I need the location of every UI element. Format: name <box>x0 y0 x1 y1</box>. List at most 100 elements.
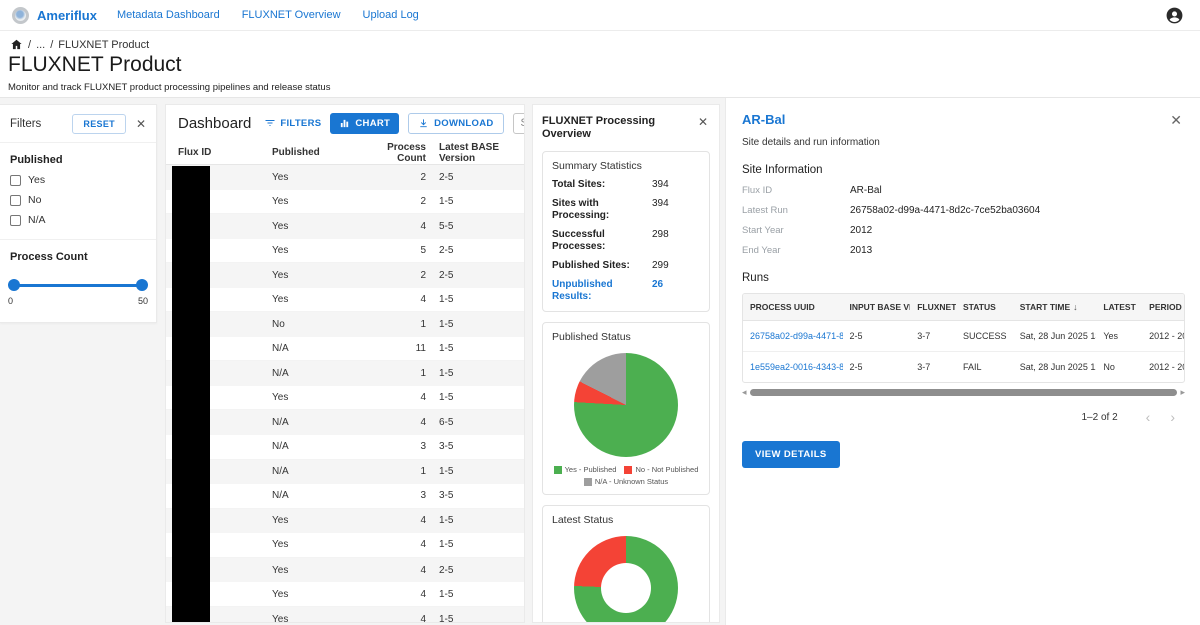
published-filter-option[interactable]: Yes <box>10 174 146 186</box>
table-row[interactable]: Yes 2 2-5 <box>166 263 524 288</box>
table-row[interactable]: Yes 4 2-5 <box>166 558 524 583</box>
table-row[interactable]: Yes 4 1-5 <box>166 509 524 534</box>
latest-base-version-cell: 3-5 <box>426 441 524 452</box>
published-cell: Yes <box>272 196 358 207</box>
slider-handle-max[interactable] <box>136 279 148 291</box>
col-header-status[interactable]: STATUS <box>956 294 1013 320</box>
horizontal-scrollbar[interactable]: ◂ ▸ <box>742 388 1185 397</box>
col-header-process-uuid[interactable]: PROCESS UUID <box>743 294 843 320</box>
stat-value: 394 <box>652 179 669 191</box>
legend-item: Yes - Published <box>554 465 617 474</box>
process-count-cell: 4 <box>358 539 426 550</box>
stat-label[interactable]: Unpublished Results: <box>552 279 652 303</box>
col-header-published[interactable]: Published <box>272 147 358 158</box>
table-row[interactable]: Yes 2 2-5 <box>166 165 524 190</box>
info-label: Start Year <box>742 225 850 236</box>
table-row[interactable]: No 1 1-5 <box>166 312 524 337</box>
col-header-latest-base-version[interactable]: Latest BASE Version <box>426 142 524 164</box>
col-header-fluxnet[interactable]: FLUXNET ... <box>910 294 956 320</box>
table-row[interactable]: N/A 4 6-5 <box>166 410 524 435</box>
published-cell: N/A <box>272 490 358 501</box>
col-header-latest[interactable]: LATEST <box>1096 294 1142 320</box>
table-row[interactable]: Yes 4 1-5 <box>166 533 524 558</box>
table-row[interactable]: Yes 5 2-5 <box>166 239 524 264</box>
breadcrumb-ellipsis[interactable]: ... <box>36 39 45 51</box>
process-count-slider[interactable] <box>9 279 147 291</box>
col-header-input-base[interactable]: INPUT BASE VER... <box>843 294 911 320</box>
table-row[interactable]: Yes 4 1-5 <box>166 288 524 313</box>
close-icon[interactable]: ✕ <box>696 115 710 129</box>
download-button[interactable]: DOWNLOAD <box>408 113 503 134</box>
process-count-cell: 1 <box>358 319 426 330</box>
col-header-process-count[interactable]: Process Count <box>358 142 426 164</box>
close-icon[interactable]: ✕ <box>1168 112 1184 129</box>
run-row[interactable]: 1e559ea2-0016-4343-8231-e... 2-5 3-7 FAI… <box>743 352 1184 382</box>
summary-statistics-title: Summary Statistics <box>552 160 700 172</box>
slider-track[interactable] <box>9 284 147 287</box>
status-cell: FAIL <box>956 352 1013 382</box>
reset-button[interactable]: RESET <box>72 114 126 134</box>
published-filter-option[interactable]: N/A <box>10 214 146 226</box>
scroll-right-icon[interactable]: ▸ <box>1180 388 1185 397</box>
nav-link[interactable]: Upload Log <box>363 9 419 21</box>
table-row[interactable]: Yes 2 1-5 <box>166 190 524 215</box>
site-info-row: Start Year 2012 <box>742 225 1184 236</box>
chevron-right-icon[interactable]: › <box>1160 409 1185 425</box>
table-header: Flux ID Published Process Count Latest B… <box>166 141 524 165</box>
chart-button[interactable]: CHART <box>330 113 399 134</box>
close-icon[interactable]: ✕ <box>134 117 148 131</box>
stat-value[interactable]: 26 <box>652 279 663 303</box>
scroll-left-icon[interactable]: ◂ <box>742 388 747 397</box>
period-cell: 2012 - 2013 <box>1142 352 1184 382</box>
table-row[interactable]: Yes 4 1-5 <box>166 607 524 623</box>
process-uuid-link[interactable]: 26758a02-d99a-4471-8d2c-7... <box>743 321 843 351</box>
published-cell: Yes <box>272 270 358 281</box>
slider-handle-min[interactable] <box>8 279 20 291</box>
filters-panel: Filters RESET ✕ Published Yes No N/A Pro… <box>0 104 157 323</box>
info-value: 2013 <box>850 245 872 256</box>
sort-desc-icon[interactable]: ↓ <box>1073 302 1078 312</box>
checkbox-icon[interactable] <box>10 215 21 226</box>
home-icon[interactable] <box>10 38 23 51</box>
table-row[interactable]: Yes 4 5-5 <box>166 214 524 239</box>
table-row[interactable]: Yes 4 1-5 <box>166 386 524 411</box>
unpublished-results-row[interactable]: Unpublished Results: 26 <box>552 279 700 303</box>
pagination: 1–2 of 2 ‹ › <box>742 409 1185 425</box>
latest-base-version-cell: 6-5 <box>426 417 524 428</box>
filters-button[interactable]: FILTERS <box>264 117 321 129</box>
view-details-button[interactable]: VIEW DETAILS <box>742 441 840 468</box>
brand-name[interactable]: Ameriflux <box>37 8 97 23</box>
account-button[interactable] <box>1165 6 1184 25</box>
summary-stat-row: Sites with Processing: 394 <box>552 198 700 222</box>
table-row[interactable]: N/A 1 1-5 <box>166 460 524 485</box>
breadcrumb-separator: / <box>50 39 53 51</box>
nav-link[interactable]: Metadata Dashboard <box>117 9 220 21</box>
table-row[interactable]: N/A 11 1-5 <box>166 337 524 362</box>
col-header-period[interactable]: PERIOD <box>1142 294 1184 320</box>
brand[interactable]: Ameriflux <box>12 7 97 24</box>
runs-table-header: PROCESS UUID INPUT BASE VER... FLUXNET .… <box>743 294 1184 321</box>
overview-title: FLUXNET Processing Overview <box>542 115 696 141</box>
table-row[interactable]: N/A 3 3-5 <box>166 435 524 460</box>
col-header-flux-id[interactable]: Flux ID <box>166 147 272 158</box>
latest-base-version-cell: 1-5 <box>426 466 524 477</box>
table-row[interactable]: N/A 1 1-5 <box>166 361 524 386</box>
scrollbar-thumb[interactable] <box>750 389 1178 396</box>
process-uuid-link[interactable]: 1e559ea2-0016-4343-8231-e... <box>743 352 843 382</box>
col-header-start-time[interactable]: START TIME↓ <box>1013 294 1097 320</box>
search-input[interactable] <box>513 113 525 134</box>
latest-status-title: Latest Status <box>552 514 700 526</box>
redacted-flux-id-column <box>172 166 210 623</box>
chevron-left-icon[interactable]: ‹ <box>1136 409 1161 425</box>
latest-base-version-cell: 1-5 <box>426 515 524 526</box>
process-count-cell: 4 <box>358 515 426 526</box>
published-filter-option[interactable]: No <box>10 194 146 206</box>
checkbox-icon[interactable] <box>10 195 21 206</box>
legend-label: N/A - Unknown Status <box>595 477 668 486</box>
run-row[interactable]: 26758a02-d99a-4471-8d2c-7... 2-5 3-7 SUC… <box>743 321 1184 352</box>
table-row[interactable]: N/A 3 3-5 <box>166 484 524 509</box>
published-cell: N/A <box>272 343 358 354</box>
table-row[interactable]: Yes 4 1-5 <box>166 582 524 607</box>
nav-link[interactable]: FLUXNET Overview <box>242 9 341 21</box>
checkbox-icon[interactable] <box>10 175 21 186</box>
